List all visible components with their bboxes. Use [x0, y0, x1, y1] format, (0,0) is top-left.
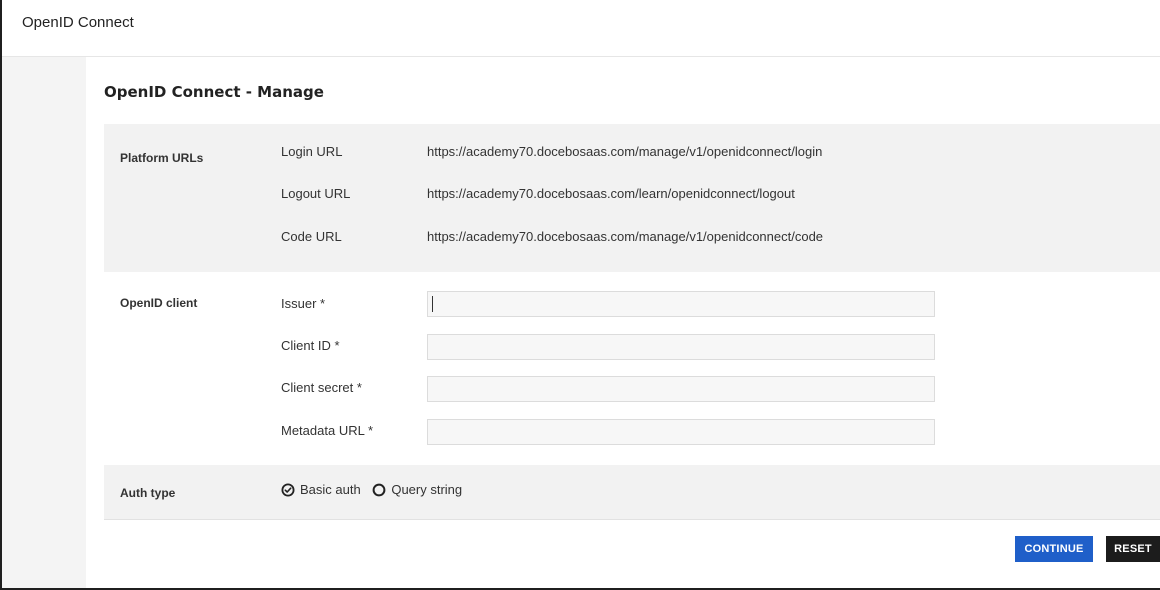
reset-button[interactable]: RESET — [1106, 536, 1160, 562]
radio-basic-auth-label: Basic auth — [300, 482, 361, 497]
platform-urls-section-label: Platform URLs — [120, 151, 204, 165]
code-url-value: https://academy70.docebosaas.com/manage/… — [427, 229, 824, 244]
left-gutter — [2, 57, 86, 588]
text-caret — [432, 296, 433, 312]
logout-url-value: https://academy70.docebosaas.com/learn/o… — [427, 186, 795, 201]
auth-type-radio-group: Basic auth Query string — [281, 482, 470, 500]
auth-type-section: Auth type Basic auth Query string — [104, 465, 1160, 520]
app-title: OpenID Connect — [22, 14, 134, 31]
continue-button[interactable]: CONTINUE — [1015, 536, 1093, 562]
auth-type-section-label: Auth type — [120, 486, 176, 500]
metadata-url-label: Metadata URL * — [281, 423, 374, 438]
platform-urls-section: Platform URLs Login URL https://academy7… — [104, 124, 1160, 272]
client-secret-input[interactable] — [427, 376, 935, 402]
radio-query-string-label: Query string — [391, 482, 463, 497]
radio-unchecked-icon — [372, 483, 386, 497]
page-title: OpenID Connect - Manage — [104, 83, 324, 101]
client-secret-label: Client secret * — [281, 380, 362, 395]
issuer-input[interactable] — [427, 291, 935, 317]
top-bar: OpenID Connect — [2, 0, 1160, 57]
openid-client-section-label: OpenID client — [120, 296, 198, 310]
radio-checked-icon — [281, 483, 295, 497]
logout-url-label: Logout URL — [281, 186, 351, 201]
radio-query-string[interactable]: Query string — [372, 482, 462, 497]
login-url-label: Login URL — [281, 144, 343, 159]
main-content: OpenID Connect - Manage Platform URLs Lo… — [86, 57, 1160, 588]
issuer-label: Issuer * — [281, 296, 326, 311]
client-id-input[interactable] — [427, 334, 935, 360]
login-url-value: https://academy70.docebosaas.com/manage/… — [427, 144, 823, 159]
metadata-url-input[interactable] — [427, 419, 935, 445]
client-id-label: Client ID * — [281, 338, 340, 353]
radio-basic-auth[interactable]: Basic auth — [281, 482, 361, 497]
code-url-label: Code URL — [281, 229, 342, 244]
